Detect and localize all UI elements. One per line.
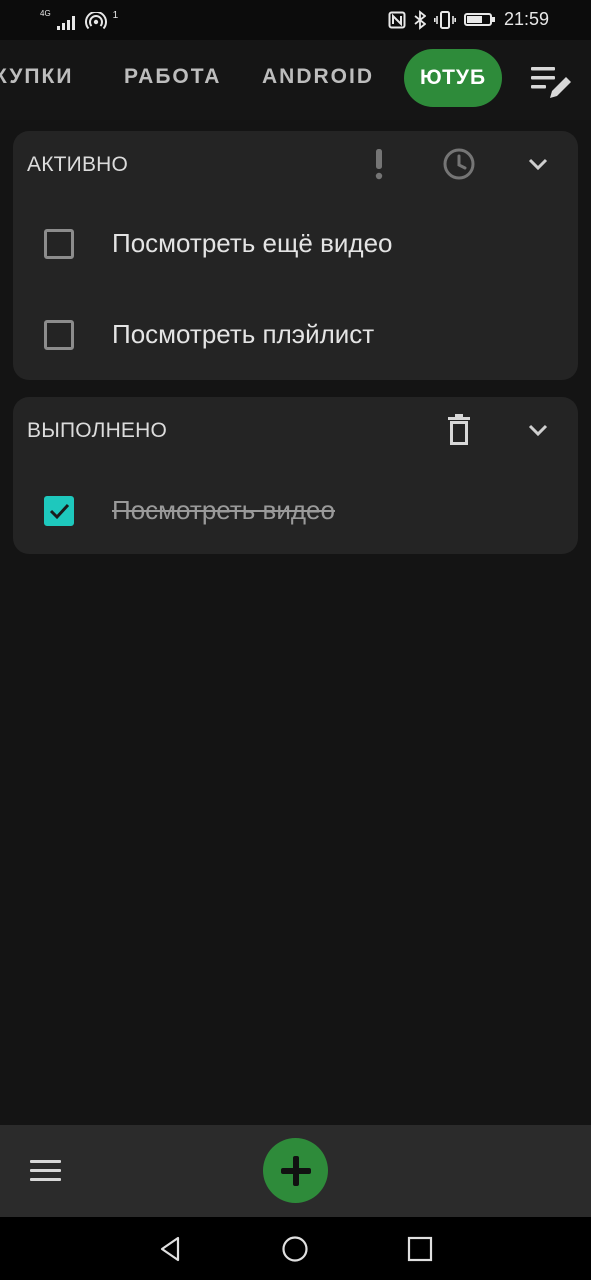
chevron-down-icon[interactable] (516, 408, 560, 452)
back-icon[interactable] (154, 1233, 186, 1265)
system-nav-bar (0, 1217, 591, 1280)
clock-icon[interactable] (437, 142, 481, 186)
priority-icon[interactable] (357, 142, 401, 186)
hotspot-icon (84, 12, 107, 30)
tab-work[interactable]: РАБОТА (124, 65, 221, 89)
list-item[interactable]: Посмотреть плэйлист (13, 305, 578, 365)
hotspot-count: 1 (112, 10, 119, 21)
active-section-card: АКТИВНО Посмотреть ещё видео Посмотреть … (13, 131, 578, 380)
active-section-title: АКТИВНО (27, 153, 129, 176)
vibrate-icon (433, 10, 456, 29)
item-text: Посмотреть ещё видео (112, 228, 393, 258)
status-right-group: 21:59 (388, 9, 549, 30)
home-icon[interactable] (279, 1233, 311, 1265)
battery-fill (466, 16, 482, 23)
tab-android[interactable]: ANDROID (262, 65, 374, 89)
checkbox[interactable] (44, 229, 74, 259)
signal-icon (56, 16, 75, 30)
battery-icon (463, 13, 495, 26)
tab-shopping[interactable]: КУПКИ (0, 65, 73, 89)
menu-icon[interactable] (30, 1160, 62, 1182)
edit-list-icon[interactable] (528, 62, 574, 102)
checkbox-checked[interactable] (44, 496, 74, 526)
tab-youtube-label: ЮТУБ (419, 66, 487, 89)
add-task-button[interactable] (263, 1138, 328, 1203)
nfc-icon (388, 11, 406, 28)
status-bar: 4G 1 21:59 (0, 0, 591, 40)
list-item[interactable]: Посмотреть видео (13, 481, 578, 541)
done-section-card: ВЫПОЛНЕНО Посмотреть видео (13, 397, 578, 554)
network-type: 4G (40, 9, 51, 18)
recents-icon[interactable] (404, 1233, 436, 1265)
delete-icon[interactable] (437, 408, 481, 452)
bottom-app-bar (0, 1125, 591, 1217)
item-text: Посмотреть плэйлист (112, 319, 375, 349)
status-left-group: 4G 1 (40, 8, 118, 30)
tabs-bar: КУПКИ РАБОТА ANDROID ЮТУБ (0, 40, 591, 120)
checkmark-icon (49, 503, 70, 520)
bluetooth-icon (414, 9, 426, 30)
chevron-down-icon[interactable] (516, 142, 560, 186)
checkbox[interactable] (44, 320, 74, 350)
plus-icon (280, 1155, 311, 1186)
tab-youtube-active[interactable]: ЮТУБ (404, 49, 502, 107)
item-text: Посмотреть видео (112, 495, 335, 525)
done-section-title: ВЫПОЛНЕНО (27, 419, 168, 442)
list-item[interactable]: Посмотреть ещё видео (13, 214, 578, 274)
clock-time: 21:59 (503, 9, 549, 29)
